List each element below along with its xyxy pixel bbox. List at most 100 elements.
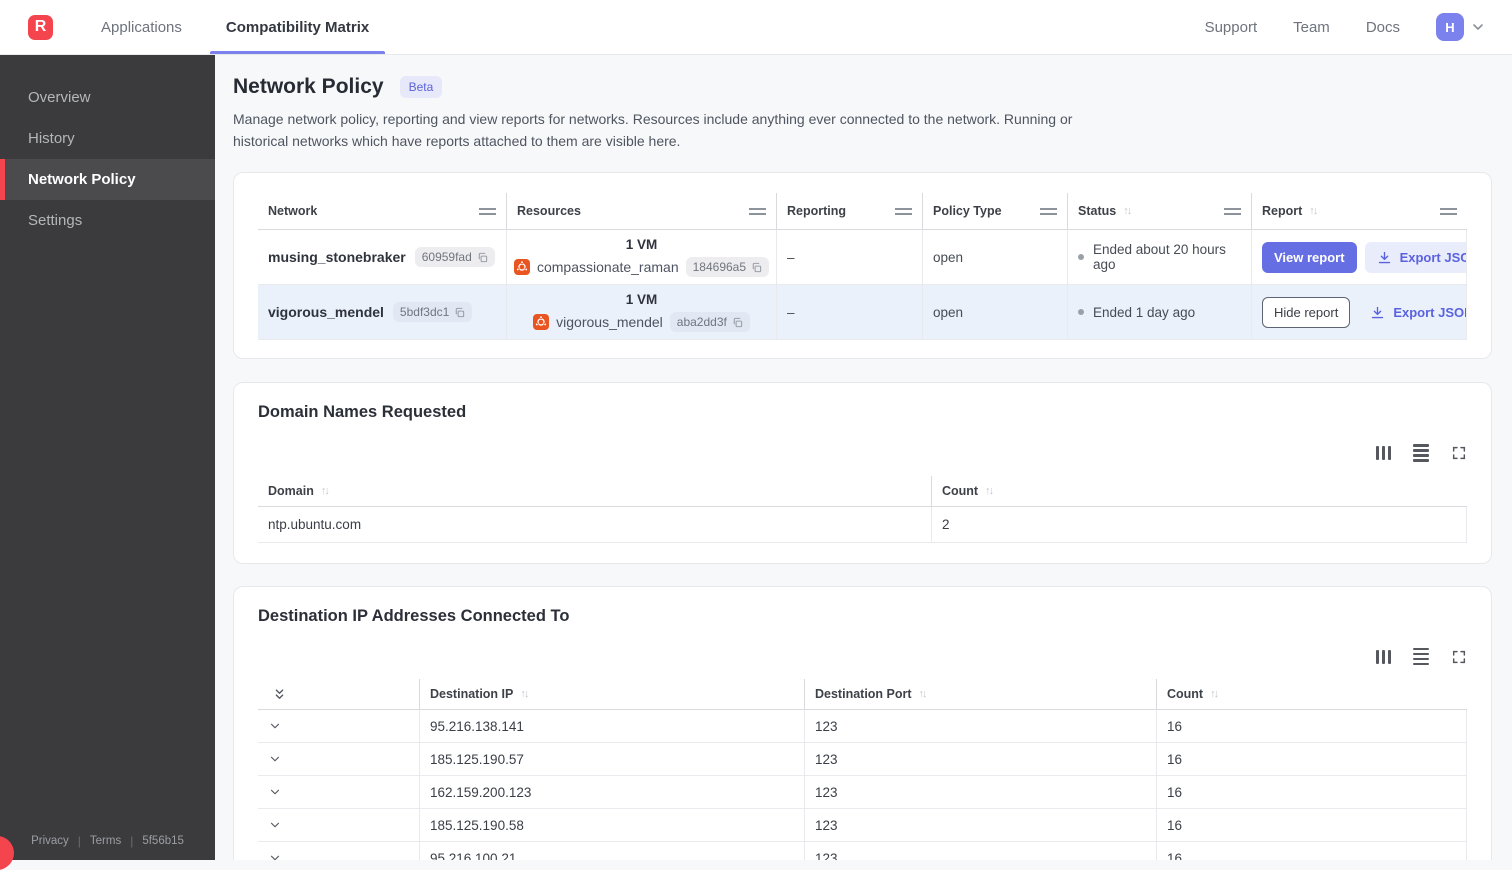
sidebar-nav: Overview History Network Policy Settings (0, 55, 215, 241)
user-menu[interactable]: H (1436, 13, 1486, 41)
chevron-down-icon[interactable] (268, 785, 282, 799)
vm-id-chip: 184696a5 (686, 257, 769, 277)
footer-divider: | (78, 834, 81, 848)
sort-icon[interactable]: ↑↓ (1123, 205, 1130, 217)
reporting-cell: – (776, 230, 922, 284)
columns-icon[interactable] (1376, 446, 1392, 460)
sort-icon[interactable]: ↑↓ (520, 688, 527, 700)
double-chevron-icon[interactable] (272, 687, 287, 702)
sort-icon[interactable]: ↑↓ (321, 485, 328, 497)
chevron-down-icon[interactable] (268, 851, 282, 860)
copy-icon[interactable] (477, 252, 488, 263)
network-cell: musing_stonebraker 60959fad (258, 230, 506, 284)
table-row: 95.216.100.21 123 16 (258, 842, 1467, 860)
sidebar-item-history[interactable]: History (0, 118, 215, 159)
page-title: Network Policy (233, 75, 384, 99)
topbar-right: Support Team Docs H (1205, 13, 1512, 41)
support-link[interactable]: Support (1205, 19, 1258, 36)
page-header: Network Policy Beta (233, 75, 1492, 99)
vm-line: compassionate_raman 184696a5 (514, 257, 769, 277)
column-resize-handle[interactable] (895, 208, 912, 215)
ip-table-header: Destination IP ↑↓ Destination Port ↑↓ Co… (258, 679, 1467, 710)
policy-type-cell: open (922, 285, 1067, 339)
row-density-icon[interactable] (1413, 444, 1429, 462)
chevron-down-icon[interactable] (268, 818, 282, 832)
docs-link[interactable]: Docs (1366, 19, 1400, 36)
destination-ip-card: Destination IP Addresses Connected To De… (233, 586, 1492, 860)
resources-cell: 1 VM vigorous_mendel aba2dd3f (506, 285, 776, 339)
status-dot (1078, 254, 1084, 260)
avatar[interactable]: H (1436, 13, 1464, 41)
report-cell: Hide report Export JSON (1251, 285, 1466, 339)
network-name: vigorous_mendel (268, 304, 384, 320)
col-resources: Resources (506, 193, 776, 229)
sidebar-item-settings[interactable]: Settings (0, 200, 215, 241)
version-label: 5f56b15 (142, 835, 184, 847)
column-resize-handle[interactable] (1040, 208, 1057, 215)
sort-icon[interactable]: ↑↓ (1210, 688, 1217, 700)
sidebar-footer: Privacy | Terms | 5f56b15 (0, 834, 215, 860)
page-description: Manage network policy, reporting and vie… (233, 109, 1113, 152)
columns-icon[interactable] (1376, 650, 1392, 664)
tab-compatibility-matrix[interactable]: Compatibility Matrix (214, 0, 381, 54)
count-cell: 16 (1156, 776, 1466, 808)
fullscreen-icon[interactable] (1451, 445, 1467, 461)
expand-row-cell (258, 743, 419, 775)
network-name: musing_stonebraker (268, 249, 406, 265)
column-resize-handle[interactable] (749, 208, 766, 215)
table-row: vigorous_mendel 5bdf3dc1 1 VM vig (258, 285, 1467, 340)
app-logo[interactable]: R (28, 15, 53, 40)
vm-count: 1 VM (626, 292, 658, 307)
table-row: 162.159.200.123 123 16 (258, 776, 1467, 809)
row-density-icon[interactable] (1413, 648, 1429, 666)
vm-line: vigorous_mendel aba2dd3f (533, 312, 750, 332)
topbar: R Applications Compatibility Matrix Supp… (0, 0, 1512, 55)
copy-icon[interactable] (751, 262, 762, 273)
hide-report-button[interactable]: Hide report (1262, 297, 1350, 328)
expand-row-cell (258, 776, 419, 808)
table-row: 95.216.138.141 123 16 (258, 710, 1467, 743)
chevron-down-icon[interactable] (268, 719, 282, 733)
copy-icon[interactable] (454, 307, 465, 318)
chevron-down-icon (1470, 19, 1486, 35)
col-network: Network (258, 193, 506, 229)
col-destination-ip: Destination IP ↑↓ (419, 679, 804, 709)
footer-divider: | (130, 834, 133, 848)
table-row: 185.125.190.57 123 16 (258, 743, 1467, 776)
ip-cell: 95.216.138.141 (419, 710, 804, 742)
fullscreen-icon[interactable] (1451, 649, 1467, 665)
col-count: Count ↑↓ (931, 476, 1467, 506)
sort-icon[interactable]: ↑↓ (1309, 205, 1316, 217)
table-toolbar (258, 444, 1467, 462)
terms-link[interactable]: Terms (90, 835, 121, 847)
col-report: Report ↑↓ (1251, 193, 1467, 229)
port-cell: 123 (804, 743, 1156, 775)
network-id-chip: 60959fad (415, 247, 495, 267)
export-json-button[interactable]: Export JSON (1365, 242, 1466, 273)
expand-all-header (258, 679, 419, 709)
policy-type-cell: open (922, 230, 1067, 284)
team-link[interactable]: Team (1293, 19, 1330, 36)
column-resize-handle[interactable] (1224, 208, 1241, 215)
privacy-link[interactable]: Privacy (31, 835, 69, 847)
export-json-button[interactable]: Export JSON (1358, 297, 1466, 328)
vm-name: vigorous_mendel (556, 314, 663, 330)
sidebar-item-network-policy[interactable]: Network Policy (0, 159, 215, 200)
copy-icon[interactable] (732, 317, 743, 328)
ubuntu-icon (514, 259, 530, 275)
column-resize-handle[interactable] (479, 208, 496, 215)
report-cell: View report Export JSON (1251, 230, 1466, 284)
tab-applications[interactable]: Applications (89, 0, 194, 54)
vm-count: 1 VM (626, 237, 658, 252)
sort-icon[interactable]: ↑↓ (985, 485, 992, 497)
column-resize-handle[interactable] (1440, 208, 1457, 215)
network-policy-card: Network Resources Reporting Policy Type … (233, 172, 1492, 359)
sidebar-item-overview[interactable]: Overview (0, 77, 215, 118)
status-cell: Ended 1 day ago (1067, 285, 1251, 339)
count-cell: 16 (1156, 743, 1466, 775)
sort-icon[interactable]: ↑↓ (919, 688, 926, 700)
chevron-down-icon[interactable] (268, 752, 282, 766)
table-row: ntp.ubuntu.com 2 (258, 507, 1467, 543)
view-report-button[interactable]: View report (1262, 242, 1357, 273)
table-row: 185.125.190.58 123 16 (258, 809, 1467, 842)
